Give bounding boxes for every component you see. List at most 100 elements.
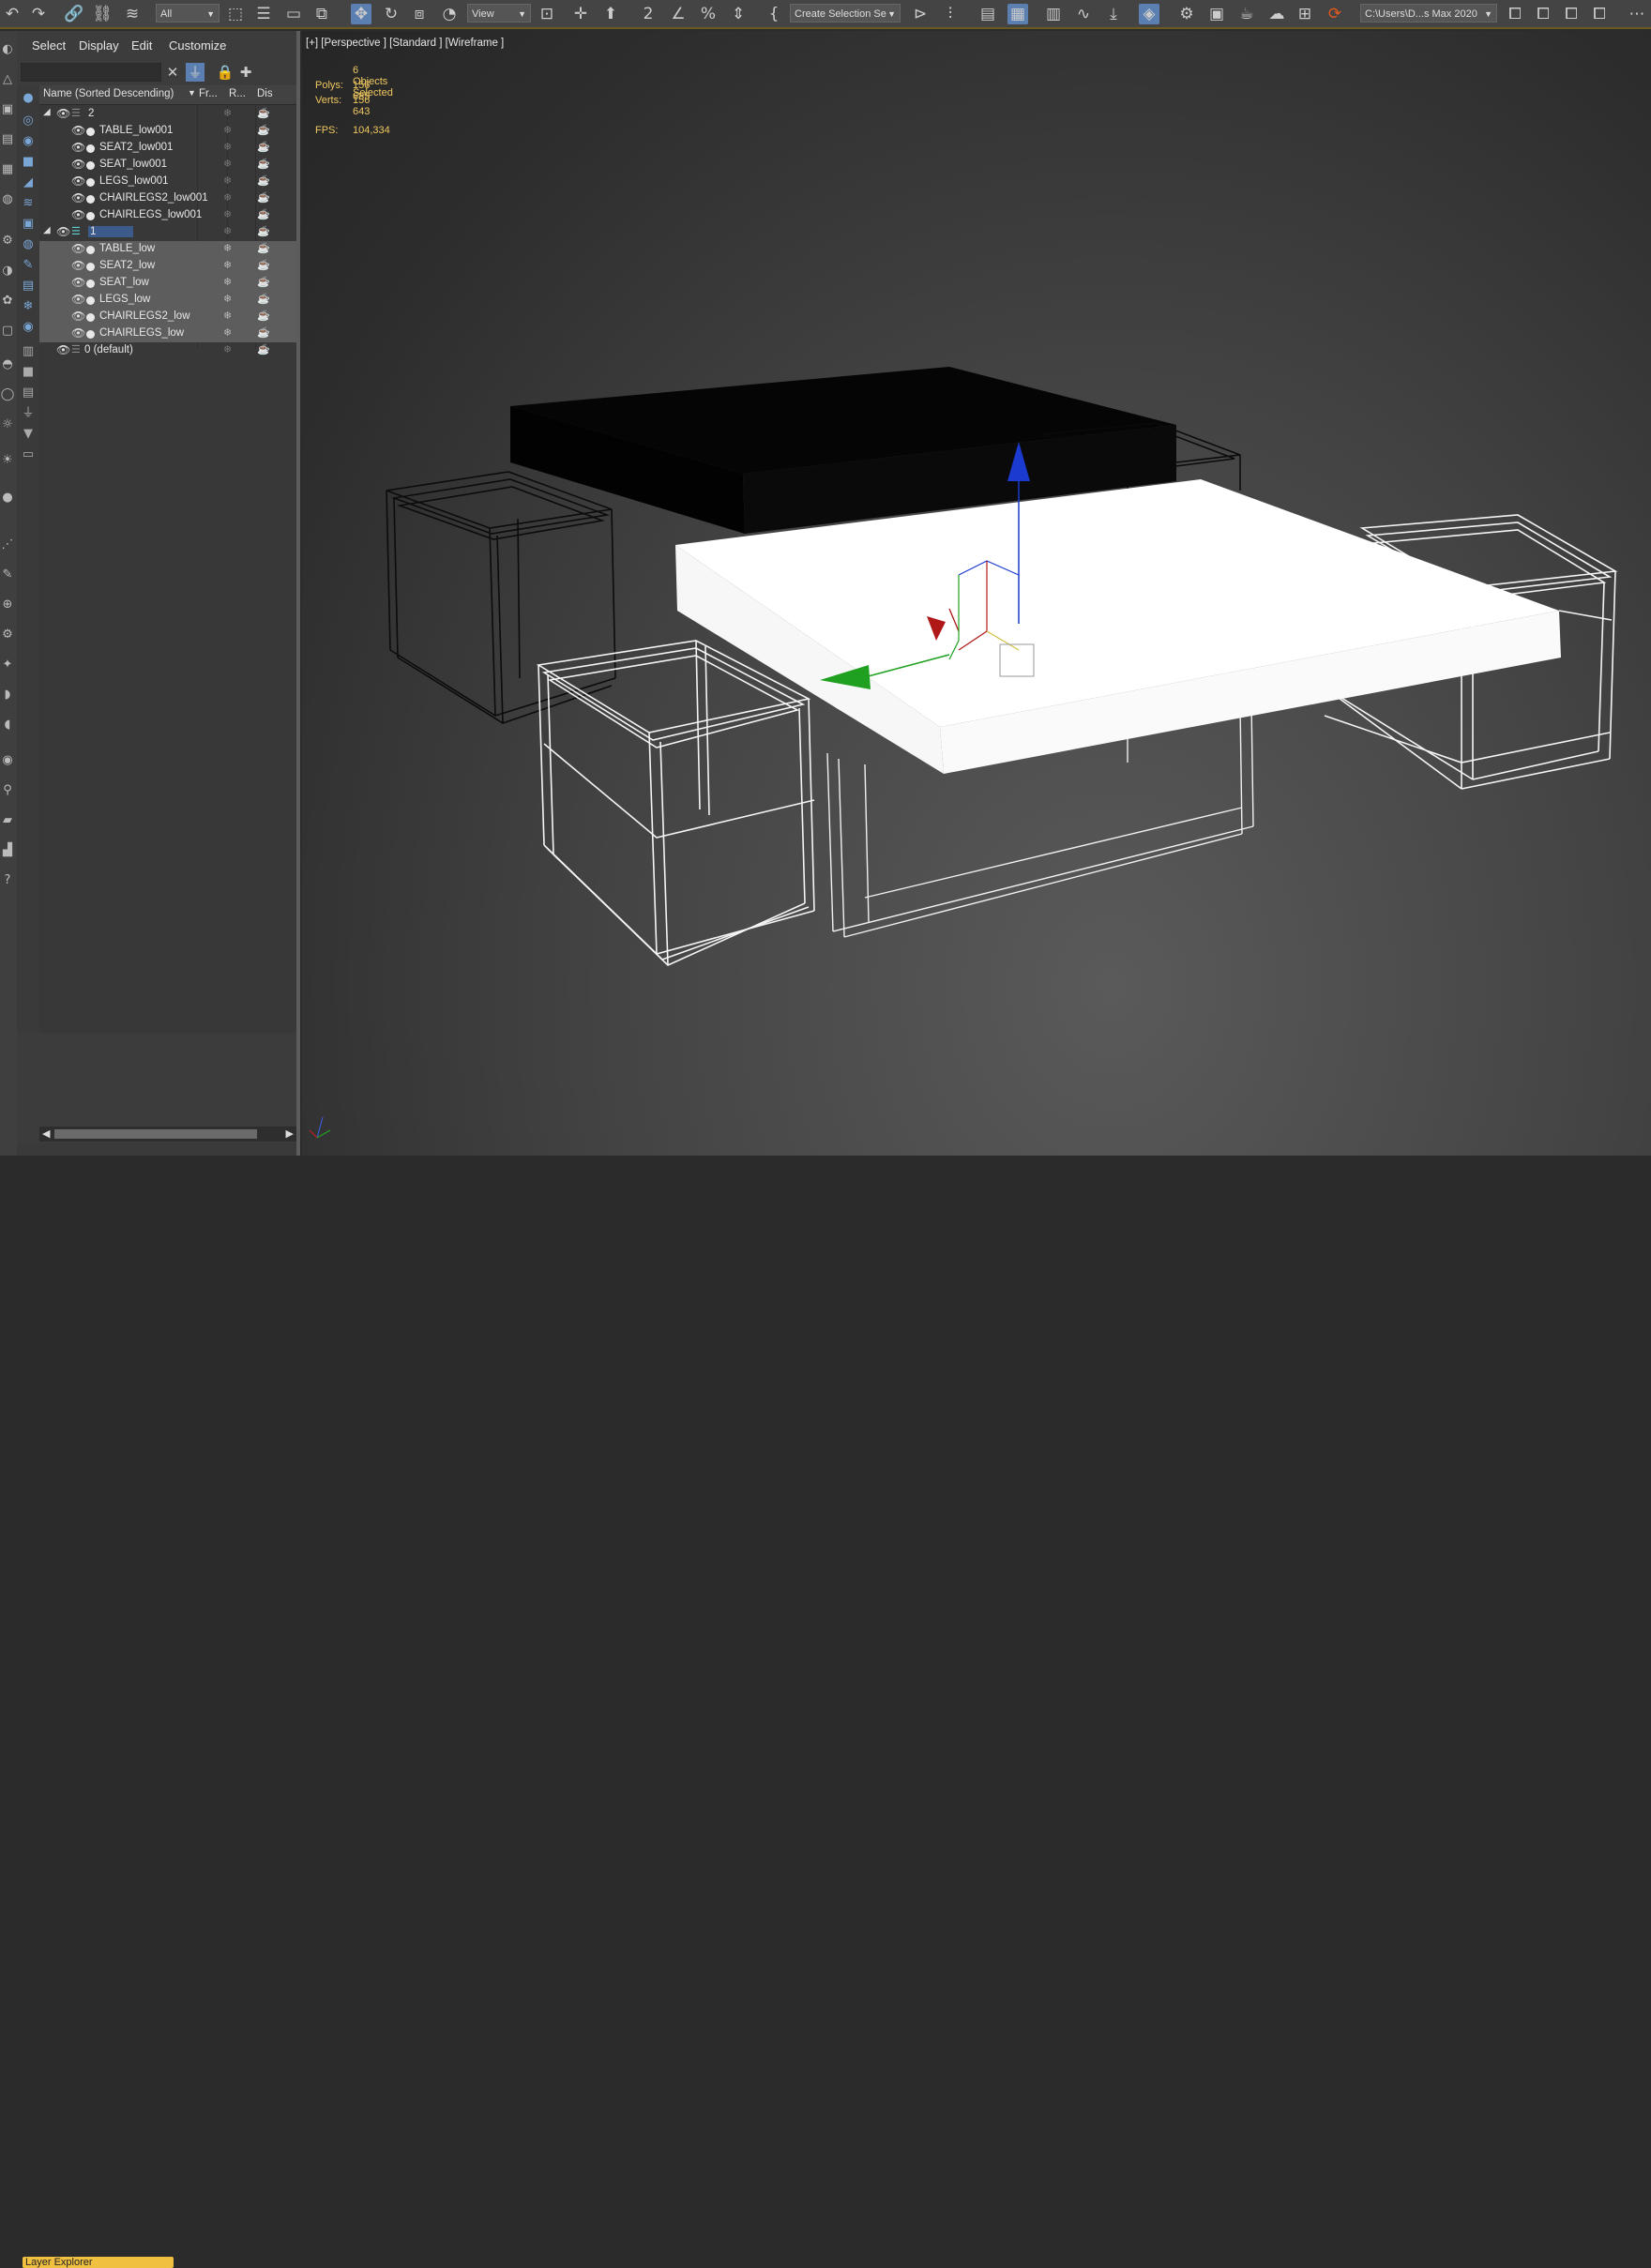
perspective-viewport[interactable]: [+] [Perspective ] [Standard ] [Wirefram…: [302, 31, 1651, 1156]
visibility-eye-icon[interactable]: 👁: [71, 191, 85, 204]
mirror-icon[interactable]: ⊳: [910, 4, 931, 24]
align-icon[interactable]: ⫶: [940, 4, 961, 24]
renderable-teapot-icon[interactable]: ☕: [257, 225, 270, 237]
visibility-eye-icon[interactable]: 👁: [56, 225, 70, 238]
freeze-icon[interactable]: ❄: [223, 191, 232, 204]
render-production-icon[interactable]: ☕: [1236, 4, 1257, 24]
menu-display[interactable]: Display: [79, 38, 119, 53]
rect-selection-icon[interactable]: ▭: [283, 4, 304, 24]
curve-editor-icon[interactable]: ∿: [1073, 4, 1094, 24]
object-row-selected[interactable]: 👁 LEGS_low ❄ ☕: [39, 292, 296, 309]
display-containers-icon[interactable]: ▤: [19, 277, 38, 295]
filter-funnel-icon[interactable]: ▼: [19, 425, 38, 444]
cmd-icon-25[interactable]: ▰: [0, 813, 15, 828]
cmd-icon-4[interactable]: ▤: [0, 132, 15, 147]
layer-row-default[interactable]: 👁 ☰ 0 (default) ❄ ☕: [39, 342, 296, 359]
bind-space-warp-icon[interactable]: ≋: [122, 4, 143, 24]
scroll-thumb[interactable]: [54, 1129, 257, 1139]
toggle-layer-explorer-icon[interactable]: ▦: [1007, 4, 1028, 24]
cmd-icon-17[interactable]: ✎: [0, 567, 15, 582]
display-xrefs-icon[interactable]: ◍: [19, 235, 38, 254]
menu-select[interactable]: Select: [32, 38, 66, 53]
freeze-icon[interactable]: ❄: [223, 141, 232, 153]
workspace-icon-3[interactable]: ⧠: [1561, 4, 1582, 24]
cmd-icon-22[interactable]: ◖: [0, 718, 15, 733]
visibility-eye-icon[interactable]: 👁: [71, 310, 85, 323]
object-row-selected[interactable]: 👁 SEAT_low ❄ ☕: [39, 275, 296, 292]
cmd-icon-1[interactable]: ◐: [0, 42, 15, 57]
display-invert-icon[interactable]: ▤: [19, 384, 38, 402]
object-row-selected[interactable]: 👁 CHAIRLEGS_low ❄ ☕: [39, 325, 296, 342]
cmd-icon-19[interactable]: ⚙: [0, 627, 15, 643]
renderable-teapot-icon[interactable]: ☕: [257, 107, 270, 119]
visibility-eye-icon[interactable]: 👁: [71, 174, 85, 188]
cmd-icon-3[interactable]: ▣: [0, 102, 15, 117]
keyboard-shortcut-icon[interactable]: ⬆: [600, 4, 621, 24]
filter-icon[interactable]: ⏚: [186, 63, 204, 82]
renderable-teapot-icon[interactable]: ☕: [257, 326, 270, 339]
unlink-icon[interactable]: ⛓: [92, 4, 113, 24]
spinner-snap-icon[interactable]: ⇕: [728, 4, 749, 24]
visibility-eye-icon[interactable]: 👁: [71, 242, 85, 255]
cmd-icon-10[interactable]: ▢: [0, 324, 15, 339]
autodesk-a360-icon[interactable]: ⟳: [1325, 4, 1345, 24]
visibility-eye-icon[interactable]: 👁: [56, 107, 70, 120]
freeze-icon[interactable]: ❄: [223, 343, 232, 355]
angle-snap-icon[interactable]: ∠: [668, 4, 689, 24]
cmd-icon-23[interactable]: ◉: [0, 753, 15, 768]
renderable-teapot-icon[interactable]: ☕: [257, 141, 270, 153]
display-all-icon[interactable]: ▥: [19, 342, 38, 361]
object-row-selected[interactable]: 👁 SEAT2_low ❄ ☕: [39, 258, 296, 275]
renderable-teapot-icon[interactable]: ☕: [257, 158, 270, 170]
object-row-selected[interactable]: 👁 TABLE_low ❄ ☕: [39, 241, 296, 258]
display-geometry-icon[interactable]: ●: [19, 89, 38, 108]
object-row[interactable]: 👁 CHAIRLEGS_low001 ❄ ☕: [39, 207, 296, 224]
column-render-header[interactable]: R...: [229, 88, 246, 99]
render-in-cloud-icon[interactable]: ☁: [1266, 4, 1287, 24]
cmd-icon-9[interactable]: ✿: [0, 294, 15, 309]
material-editor-icon[interactable]: ◈: [1139, 4, 1159, 24]
visibility-eye-icon[interactable]: 👁: [71, 158, 85, 171]
cmd-icon-2[interactable]: △: [0, 72, 15, 87]
freeze-icon[interactable]: ❄: [223, 293, 232, 305]
column-freeze-header[interactable]: Fr...: [199, 88, 218, 99]
freeze-icon[interactable]: ❄: [223, 107, 232, 119]
explorer-search-input[interactable]: [21, 63, 161, 82]
renderable-teapot-icon[interactable]: ☕: [257, 124, 270, 136]
toggle-ribbon-icon[interactable]: ▥: [1043, 4, 1064, 24]
object-row[interactable]: 👁 TABLE_low001 ❄ ☕: [39, 123, 296, 140]
freeze-icon[interactable]: ❄: [223, 225, 232, 237]
scene-canvas[interactable]: [302, 31, 1651, 1156]
visibility-eye-icon[interactable]: 👁: [71, 141, 85, 154]
snaps-toggle-icon[interactable]: 2: [638, 4, 659, 24]
redo-icon[interactable]: ↷: [28, 4, 49, 24]
project-folder-dropdown[interactable]: C:\Users\D...s Max 2020 ▼: [1360, 4, 1497, 23]
menu-edit[interactable]: Edit: [131, 38, 152, 53]
freeze-icon[interactable]: ❄: [223, 326, 232, 339]
schematic-view-icon[interactable]: ⤓: [1103, 4, 1124, 24]
freeze-icon[interactable]: ❄: [223, 208, 232, 220]
freeze-icon[interactable]: ❄: [223, 174, 232, 187]
object-row[interactable]: 👁 SEAT_low001 ❄ ☕: [39, 157, 296, 174]
horizontal-scrollbar[interactable]: ◀ ▶: [39, 1126, 296, 1142]
object-row-selected[interactable]: 👁 CHAIRLEGS2_low ❄ ☕: [39, 309, 296, 325]
cmd-icon-11[interactable]: ◓: [0, 357, 15, 372]
freeze-icon[interactable]: ❄: [223, 310, 232, 322]
visibility-eye-icon[interactable]: 👁: [71, 326, 85, 340]
renderable-teapot-icon[interactable]: ☕: [257, 343, 270, 355]
reference-coordinate-dropdown[interactable]: View ▼: [467, 4, 531, 23]
filter-selected-icon[interactable]: ⏚: [19, 404, 38, 423]
edit-named-selection-icon[interactable]: {: [764, 4, 784, 24]
render-shortcuts-icon[interactable]: ⊞: [1295, 4, 1315, 24]
add-layer-icon[interactable]: ✚: [236, 63, 255, 82]
pivot-center-icon[interactable]: ⊡: [537, 4, 557, 24]
toolbar-overflow-icon[interactable]: ⋯: [1627, 4, 1647, 24]
renderable-teapot-icon[interactable]: ☕: [257, 191, 270, 204]
cmd-icon-13[interactable]: ☼: [0, 417, 15, 432]
cmd-icon-15[interactable]: ●: [0, 491, 15, 506]
renderable-teapot-icon[interactable]: ☕: [257, 174, 270, 187]
display-cameras-icon[interactable]: ■: [19, 153, 38, 172]
freeze-icon[interactable]: ❄: [223, 242, 232, 254]
visibility-eye-icon[interactable]: 👁: [56, 343, 70, 356]
renderable-teapot-icon[interactable]: ☕: [257, 259, 270, 271]
